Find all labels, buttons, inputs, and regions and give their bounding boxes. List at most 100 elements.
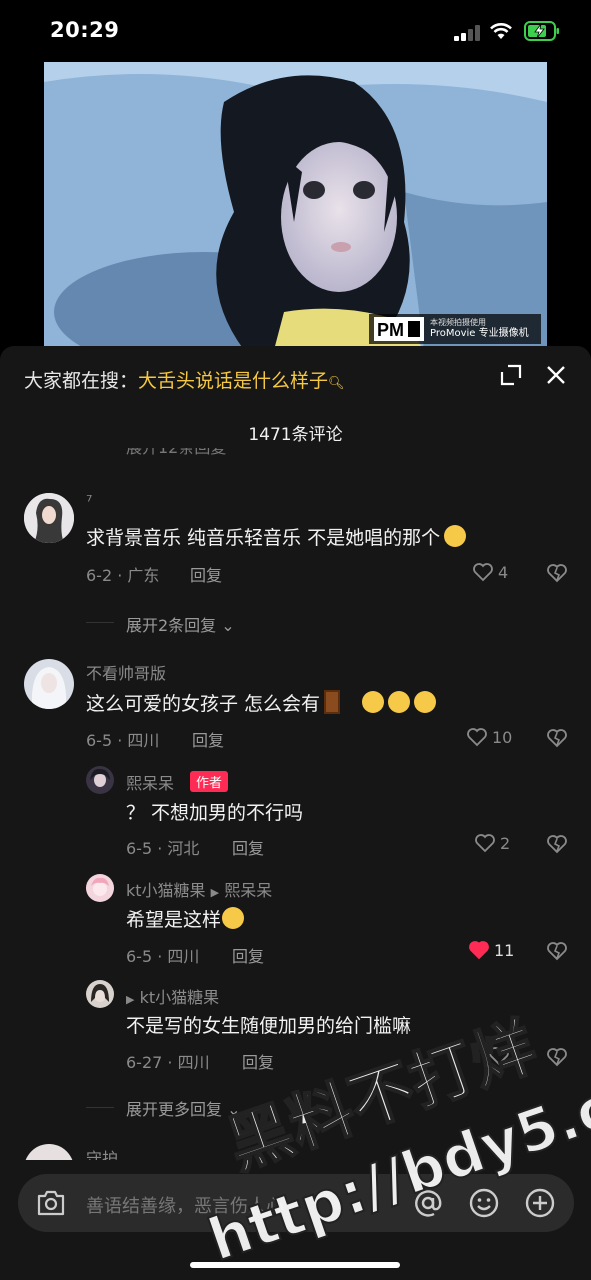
- camera-icon[interactable]: [36, 1189, 66, 1217]
- status-time: 20:29: [50, 18, 120, 42]
- chevron-down-icon: ⌄: [221, 616, 235, 635]
- comment-meta: 6-5 · 四川: [86, 731, 160, 750]
- reply-arrow-icon: ▶: [126, 993, 135, 1006]
- comment-input[interactable]: 善语结善缘，恶言伤人心: [18, 1174, 574, 1232]
- like-count: 11: [494, 940, 515, 960]
- reply-meta: 6-5 · 河北: [126, 839, 200, 858]
- reply-to-name: 熙呆呆: [224, 881, 273, 900]
- input-placeholder: 善语结善缘，恶言伤人心: [86, 1196, 284, 1217]
- replier-name[interactable]: ▶ kt小猫糖果: [126, 984, 219, 1008]
- like-button[interactable]: 11: [468, 940, 514, 960]
- avatar[interactable]: [86, 874, 114, 902]
- comment-text: 求背景音乐 纯音乐轻音乐 不是她唱的那个: [86, 523, 467, 550]
- author-badge: 作者: [190, 771, 229, 792]
- avatar-image: [24, 659, 74, 709]
- search-icon: 🔍︎: [328, 376, 345, 391]
- commenter-name[interactable]: ⁷: [86, 492, 92, 511]
- reply-button[interactable]: 回复: [190, 562, 222, 586]
- expand-more-label: 展开更多回复: [126, 1100, 223, 1119]
- home-indicator: [190, 1262, 400, 1268]
- expand-replies-label: 展开2条回复: [126, 616, 217, 635]
- search-prefix: 大家都在搜：: [24, 370, 139, 392]
- replier-name[interactable]: kt小猫糖果 ▶ 熙呆呆: [126, 877, 272, 901]
- emoji-icon[interactable]: [468, 1187, 500, 1219]
- status-bar: 20:29: [0, 0, 591, 62]
- promovie-watermark: PM 本视频拍摄使用 ProMovie 专业摄像机: [369, 314, 541, 344]
- reply-button[interactable]: 回复: [242, 1049, 274, 1073]
- avatar[interactable]: [86, 766, 114, 794]
- watermark-small-text: 本视频拍摄使用: [430, 318, 486, 328]
- reply-meta: 6-27 · 四川: [126, 1053, 210, 1072]
- comment-text: 这么可爱的女孩子 怎么会有: [86, 689, 437, 716]
- like-button[interactable]: [488, 1046, 514, 1066]
- reply-text-content: 希望是这样: [126, 909, 222, 931]
- heart-filled-icon: [469, 941, 489, 960]
- crying-emoji-icon: [444, 525, 467, 547]
- avatar-image: [86, 980, 114, 1008]
- reply-button[interactable]: 回复: [232, 943, 264, 967]
- watermark-big-text: ProMovie 专业摄像机: [430, 327, 529, 339]
- avatar-image: [86, 874, 114, 902]
- video-frame-image: [44, 62, 547, 350]
- expand-divider: [86, 622, 114, 623]
- search-suggestion[interactable]: 大家都在搜：大舌头说话是什么样子🔍︎: [24, 366, 345, 393]
- crying-emoji-icon: [362, 691, 385, 713]
- heart-icon: [489, 1047, 509, 1066]
- dislike-icon[interactable]: [546, 940, 568, 962]
- reply-arrow-icon: ▶: [210, 886, 220, 899]
- crying-emoji-icon: [414, 691, 437, 713]
- avatar-image: [86, 766, 114, 794]
- like-count: 10: [492, 727, 513, 747]
- dislike-icon[interactable]: [546, 727, 568, 749]
- comment-text-content: 求背景音乐 纯音乐轻音乐 不是她唱的那个: [86, 527, 441, 549]
- comment-text-content: 这么可爱的女孩子 怎么会有: [86, 693, 321, 715]
- reply-text: 希望是这样: [126, 905, 245, 932]
- chevron-down-icon: ⌄: [227, 1100, 241, 1119]
- at-icon[interactable]: [412, 1187, 444, 1219]
- like-button[interactable]: 2: [474, 833, 510, 853]
- avatar-image: [24, 493, 74, 543]
- replier-name-text: kt小猫糖果: [126, 881, 206, 900]
- expand-divider: [86, 1107, 114, 1108]
- avatar[interactable]: [24, 493, 74, 543]
- wifi-icon: [490, 23, 512, 39]
- promovie-logo: PM: [374, 317, 424, 341]
- dislike-icon[interactable]: [546, 833, 568, 855]
- like-count: 2: [500, 833, 511, 853]
- expand-more-replies-button[interactable]: 展开更多回复 ⌄: [126, 1096, 241, 1120]
- reply-text: ？ 不想加男的不行吗: [126, 802, 304, 824]
- battery-icon: [524, 21, 559, 41]
- avatar[interactable]: [24, 659, 74, 709]
- heart-icon: [475, 834, 495, 853]
- like-count: 4: [498, 562, 509, 582]
- signal-icon: [454, 25, 480, 41]
- cut-expand-replies: 展开12条回复: [126, 448, 226, 458]
- reply-button[interactable]: 回复: [192, 727, 224, 751]
- like-button[interactable]: 10: [466, 727, 512, 747]
- video-player[interactable]: PM 本视频拍摄使用 ProMovie 专业摄像机: [44, 62, 547, 350]
- door-emoji-icon: [324, 690, 341, 714]
- heart-icon: [467, 728, 487, 747]
- expand-icon[interactable]: [500, 364, 522, 386]
- expand-replies-button[interactable]: 展开2条回复 ⌄: [126, 612, 235, 636]
- plus-icon[interactable]: [524, 1187, 556, 1219]
- dislike-icon[interactable]: [546, 1046, 568, 1068]
- like-button[interactable]: 4: [472, 562, 508, 582]
- commenter-name[interactable]: 不看帅哥版: [86, 660, 166, 684]
- heart-icon: [473, 563, 493, 582]
- reply-meta: 6-5 · 四川: [126, 947, 200, 966]
- dislike-icon[interactable]: [546, 562, 568, 584]
- search-link[interactable]: 大舌头说话是什么样子: [138, 370, 328, 392]
- reply-to-name: kt小猫糖果: [139, 988, 220, 1007]
- replier-name[interactable]: 熙呆呆: [126, 770, 174, 794]
- comment-count: 1471条评论: [248, 425, 343, 445]
- reply-button[interactable]: 回复: [232, 835, 264, 859]
- crying-emoji-icon: [388, 691, 411, 713]
- comment-meta: 6-2 · 广东: [86, 566, 160, 585]
- logo-text: PM: [377, 320, 404, 340]
- reply-text: 不是写的女生随便加男的给门槛嘛: [126, 1015, 412, 1037]
- comment-panel: 大家都在搜：大舌头说话是什么样子🔍︎ 1471条评论 展开12条回复 ⁷ 求背景…: [0, 346, 591, 1280]
- avatar[interactable]: [86, 980, 114, 1008]
- tongue-emoji-icon: [222, 907, 245, 929]
- close-icon[interactable]: [544, 363, 568, 387]
